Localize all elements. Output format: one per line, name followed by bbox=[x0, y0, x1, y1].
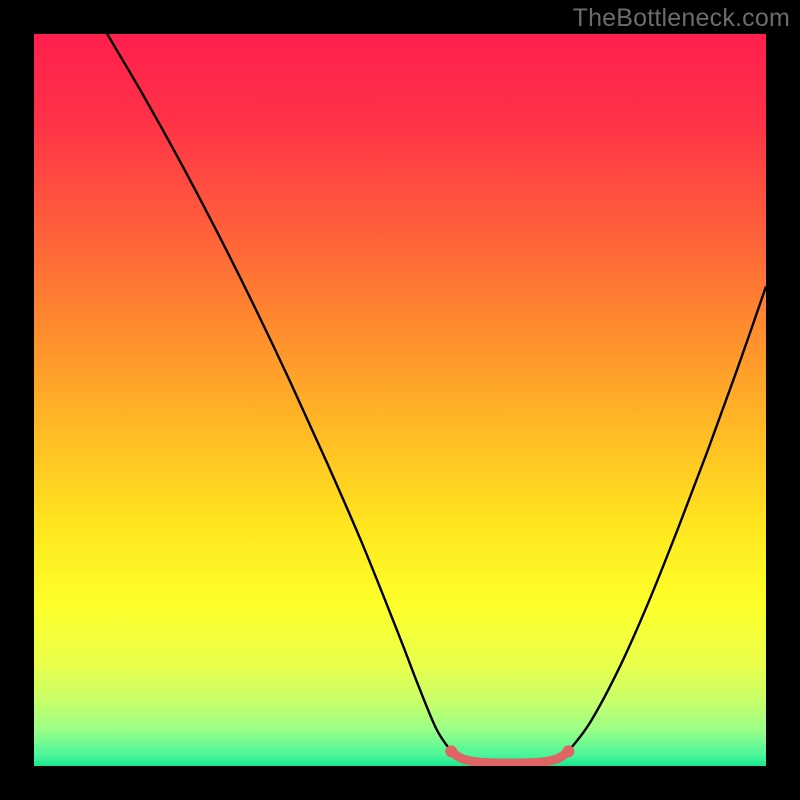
series-bottom-marker bbox=[451, 751, 568, 763]
series-right-arm bbox=[568, 287, 766, 752]
chart-frame: TheBottleneck.com bbox=[0, 0, 800, 800]
plot-area bbox=[34, 34, 766, 766]
watermark-text: TheBottleneck.com bbox=[573, 4, 790, 33]
series-left-arm bbox=[107, 34, 451, 751]
curve-layer bbox=[34, 34, 766, 766]
dot-left bbox=[445, 745, 457, 757]
dot-right bbox=[562, 745, 574, 757]
